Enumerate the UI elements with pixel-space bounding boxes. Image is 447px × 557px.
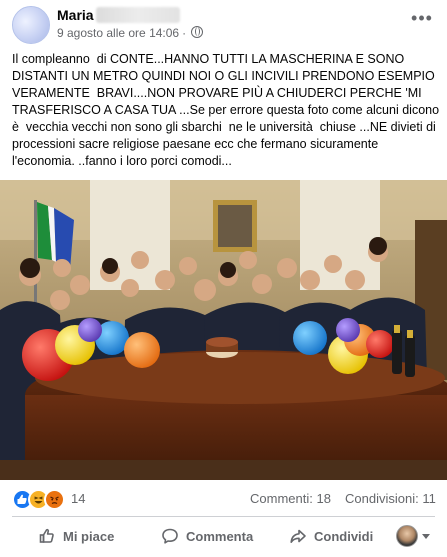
reaction-profile-selector[interactable]	[396, 524, 436, 548]
author-name[interactable]: Maria	[57, 7, 94, 23]
redacted-surname	[96, 7, 180, 23]
share-icon	[290, 529, 306, 543]
thumbs-up-icon	[39, 528, 54, 543]
shares-count[interactable]: Condivisioni: 11	[345, 491, 436, 506]
post-actions: Mi piace Commenta Condividi	[0, 518, 447, 554]
angry-icon[interactable]	[44, 489, 65, 510]
post-text: Il compleanno di CONTE...HANNO TUTTI LA …	[12, 52, 443, 168]
post-header: Maria 9 agosto alle ore 14:06 · •••	[0, 0, 447, 46]
post-timestamp[interactable]: 9 agosto alle ore 14:06	[57, 26, 179, 40]
comment-label: Commenta	[186, 528, 254, 544]
reactions-bar: 14 Commenti: 18 Condivisioni: 11	[0, 483, 447, 513]
actions-divider	[12, 516, 435, 517]
globe-icon	[191, 26, 204, 38]
author-avatar[interactable]	[12, 6, 50, 44]
chevron-down-icon	[422, 533, 430, 539]
post-photo[interactable]	[0, 180, 447, 480]
share-button[interactable]: Condividi	[289, 520, 373, 552]
comment-button[interactable]: Commenta	[161, 520, 253, 552]
reaction-count[interactable]: 14	[71, 491, 85, 506]
photo-illustration	[0, 180, 447, 480]
more-options-icon[interactable]: •••	[411, 9, 433, 30]
post-meta: 9 agosto alle ore 14:06 ·	[57, 26, 204, 40]
avatar-image	[13, 7, 49, 43]
like-button[interactable]: Mi piace	[38, 520, 114, 552]
meta-separator: ·	[182, 26, 187, 40]
share-label: Condividi	[314, 528, 374, 544]
like-label: Mi piace	[63, 528, 115, 544]
comments-count[interactable]: Commenti: 18	[250, 491, 331, 506]
profile-avatar	[396, 525, 418, 547]
comment-icon	[162, 528, 178, 544]
facebook-post: Maria 9 agosto alle ore 14:06 · ••• Il co…	[0, 0, 447, 557]
